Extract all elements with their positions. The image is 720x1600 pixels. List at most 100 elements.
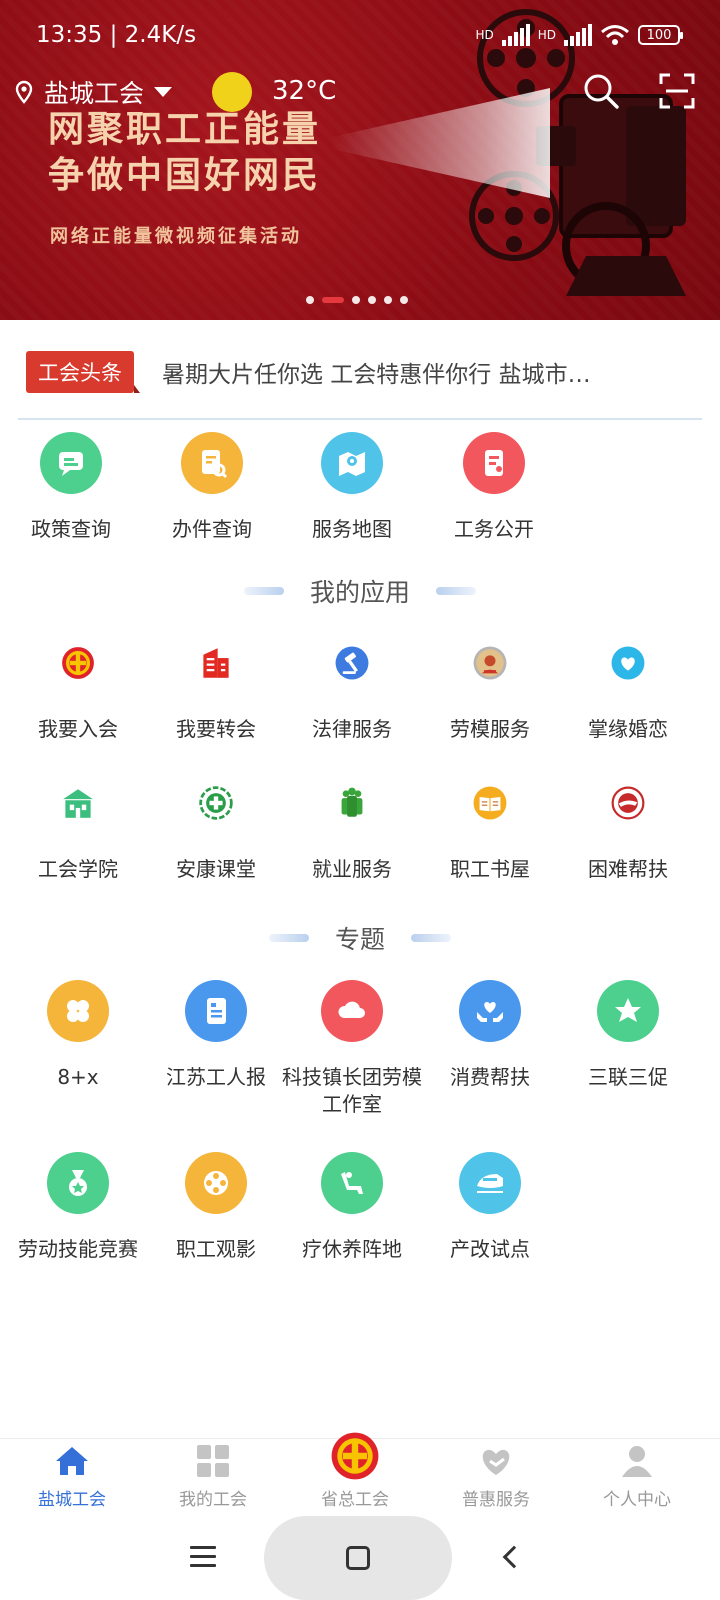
app-label: 我要转会 (176, 717, 256, 741)
service-label: 服务地图 (312, 517, 392, 541)
service-medal[interactable]: 劳动技能竞赛 (8, 1152, 148, 1263)
app-label: 安康课堂 (176, 857, 256, 881)
app-school[interactable]: 工会学院 (8, 772, 148, 883)
nav-label: 省总工会 (321, 1490, 389, 1510)
service-document-search[interactable]: 办件查询 (142, 432, 282, 543)
menu-icon[interactable] (190, 1546, 216, 1573)
service-film-reel[interactable]: 职工观影 (146, 1152, 286, 1263)
apps-title-text: 我的应用 (309, 578, 410, 607)
headline-ticker[interactable]: 工会头条 暑期大片任你选 工会特惠伴你行 盐城市… (26, 350, 694, 394)
hd-label-2: HD (537, 28, 556, 42)
nav-label: 普惠服务 (462, 1490, 530, 1510)
service-train[interactable]: 产改试点 (420, 1152, 560, 1263)
service-label: 江苏工人报 (166, 1065, 266, 1089)
nav-home[interactable]: 盐城工会 (0, 1441, 144, 1510)
app-union-emblem[interactable]: 我要入会 (8, 632, 148, 743)
nav-heart-hand[interactable]: 普惠服务 (424, 1441, 568, 1510)
app-gavel[interactable]: 法律服务 (282, 632, 422, 743)
service-label: 8+x (57, 1065, 99, 1089)
service-newspaper[interactable]: 江苏工人报 (146, 980, 286, 1091)
status-network-speed: 2.4K/s (124, 22, 197, 48)
location-selector[interactable]: 盐城工会 (12, 74, 173, 110)
app-health-cross[interactable]: 安康课堂 (146, 772, 286, 883)
hands-heart-icon (459, 980, 521, 1042)
app-help-badge[interactable]: 困难帮扶 (558, 772, 698, 883)
document-search-icon (181, 432, 243, 494)
signal-icon-2 (564, 24, 592, 46)
status-right: HD HD 100 (475, 23, 683, 47)
topics-section-title: 专题 (0, 920, 720, 956)
system-navigation-bar (0, 1512, 720, 1600)
app-medal-portrait[interactable]: 劳模服务 (420, 632, 560, 743)
header-actions (582, 72, 696, 110)
app-label: 掌缘婚恋 (588, 717, 668, 741)
app-label: 我要入会 (38, 717, 118, 741)
status-left: 13:35 | 2.4K/s (36, 22, 196, 48)
service-notice[interactable]: 工务公开 (424, 432, 564, 543)
carousel-dot[interactable] (368, 296, 376, 304)
service-label: 办件查询 (172, 517, 252, 541)
medal-icon (47, 1152, 109, 1214)
service-map[interactable]: 服务地图 (282, 432, 422, 543)
apps-row-1: 我要入会 我要转会 法律服务 劳模服务 掌缘婚恋 (0, 632, 720, 772)
headline-text[interactable]: 暑期大片任你选 工会特惠伴你行 盐城市… (162, 355, 591, 389)
clover-icon (47, 980, 109, 1042)
service-chat[interactable]: 政策查询 (1, 432, 141, 543)
app-book[interactable]: 职工书屋 (420, 772, 560, 883)
app-people[interactable]: 就业服务 (282, 772, 422, 883)
home-icon[interactable] (346, 1546, 370, 1570)
service-label: 职工观影 (176, 1237, 256, 1261)
title-deco-right (436, 587, 476, 595)
service-clover[interactable]: 8+x (8, 980, 148, 1091)
grid-icon (193, 1441, 233, 1481)
union-emblem-icon (47, 632, 109, 694)
carousel-dot[interactable] (306, 296, 314, 304)
search-icon[interactable] (582, 72, 620, 110)
carousel-dot[interactable] (322, 297, 344, 303)
app-label: 工会学院 (38, 857, 118, 881)
lounge-chair-icon (321, 1152, 383, 1214)
app-heart[interactable]: 掌缘婚恋 (558, 632, 698, 743)
topics-row-1: 8+x 江苏工人报 科技镇长团劳模工作室 消费帮扶 三联三促 (0, 980, 720, 1120)
banner-slogan-line3: 网络正能量微视频征集活动 (50, 226, 302, 247)
gavel-icon (321, 632, 383, 694)
carousel-dot[interactable] (400, 296, 408, 304)
service-hands-heart[interactable]: 消费帮扶 (420, 980, 560, 1091)
banner-carousel[interactable]: 网聚职工正能量 争做中国好网民 网络正能量微视频征集活动 13:35 | 2.4… (0, 0, 720, 320)
headline-tag: 工会头条 (26, 351, 140, 393)
back-icon[interactable] (502, 1545, 526, 1569)
help-badge-icon (597, 772, 659, 834)
sun-weather-icon (212, 72, 252, 112)
union-emblem-icon (330, 1431, 380, 1481)
service-star[interactable]: 三联三促 (558, 980, 698, 1091)
carousel-dot[interactable] (352, 296, 360, 304)
status-separator: | (109, 22, 125, 48)
heart-icon (597, 632, 659, 694)
title-deco-left (243, 587, 284, 595)
title-deco-right (411, 934, 451, 942)
location-pin-icon (15, 80, 33, 104)
service-label: 疗休养阵地 (302, 1237, 402, 1261)
nav-person[interactable]: 个人中心 (565, 1441, 709, 1510)
temperature: 32°C (272, 76, 337, 106)
person-icon (617, 1441, 657, 1481)
service-lounge-chair[interactable]: 疗休养阵地 (282, 1152, 422, 1263)
people-icon (321, 772, 383, 834)
banner-slogan-line2: 争做中国好网民 (48, 155, 322, 196)
star-icon (597, 980, 659, 1042)
status-time: 13:35 (36, 22, 103, 48)
scan-icon[interactable] (658, 72, 696, 110)
topics-title-text: 专题 (334, 925, 385, 954)
app-screen: 网聚职工正能量 争做中国好网民 网络正能量微视频征集活动 13:35 | 2.4… (0, 0, 720, 1600)
nav-label: 个人中心 (603, 1490, 671, 1510)
title-deco-left (268, 934, 309, 942)
service-cloud[interactable]: 科技镇长团劳模工作室 (282, 980, 422, 1118)
nav-union-emblem[interactable]: 省总工会 (283, 1432, 427, 1510)
nav-grid[interactable]: 我的工会 (141, 1441, 285, 1510)
app-label: 法律服务 (312, 717, 392, 741)
app-building[interactable]: 我要转会 (146, 632, 286, 743)
cloud-icon (321, 980, 383, 1042)
app-label: 困难帮扶 (588, 857, 668, 881)
carousel-dot[interactable] (384, 296, 392, 304)
carousel-indicator (306, 296, 408, 304)
